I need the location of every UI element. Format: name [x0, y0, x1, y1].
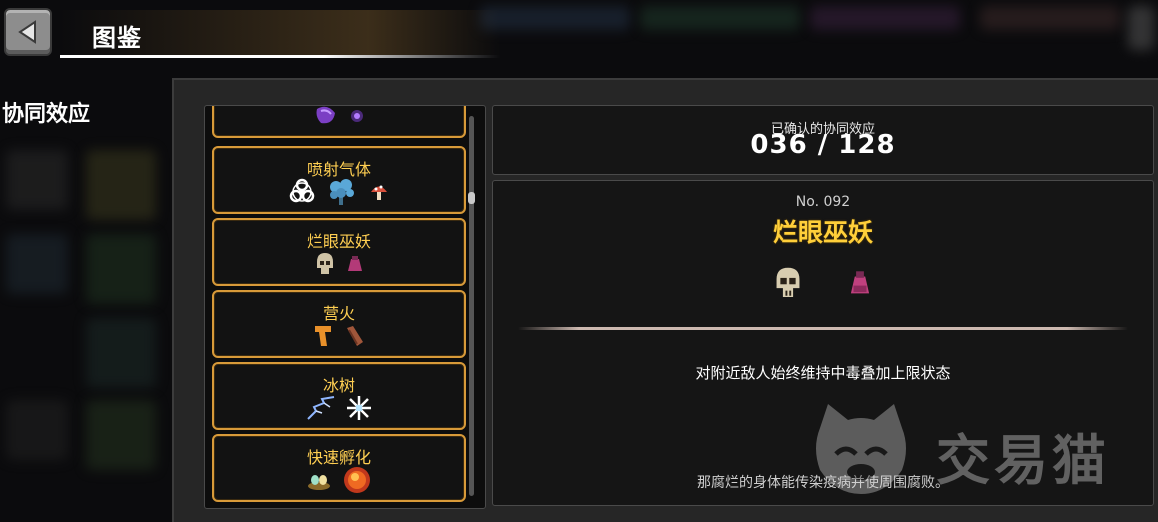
list-item-name: 营火	[322, 304, 355, 323]
lightning-branch-icon	[307, 396, 335, 420]
synergy-detail: No. 092 烂眼巫妖 对附近敌人始终维持中毒叠加上限状态 那腐烂的身体能传染…	[492, 180, 1154, 506]
boomerang-icon	[315, 326, 331, 346]
pink-potion-icon	[348, 256, 362, 271]
detail-divider	[518, 327, 1128, 330]
blue-mushroom-cluster-icon	[330, 179, 354, 205]
list-item[interactable]: 烂眼巫妖	[212, 218, 466, 286]
list-item[interactable]: 喷射气体	[212, 146, 466, 214]
back-arrow-icon	[18, 20, 36, 44]
red-mushroom-icon	[371, 185, 387, 200]
page-title: 图鉴	[92, 24, 142, 52]
wood-log-icon	[347, 326, 363, 346]
synergy-list[interactable]: 喷射气体 烂眼巫妖 营火 冰树 快速孵化	[204, 105, 486, 509]
small-purple-orb-icon	[351, 110, 363, 122]
pink-potion-icon	[850, 271, 870, 294]
background-blur	[6, 400, 68, 460]
background-blur	[86, 400, 156, 470]
purple-orb-icon	[316, 106, 335, 124]
list-item-name: 冰树	[322, 376, 355, 395]
skull-icon	[317, 253, 333, 274]
header: 图鉴	[60, 10, 500, 58]
skull-icon	[776, 267, 800, 297]
background-blur	[980, 6, 1120, 30]
background-blur	[6, 150, 68, 210]
fire-orb-icon	[344, 467, 370, 493]
background-blur	[480, 6, 630, 30]
list-item[interactable]: 快速孵化	[212, 434, 466, 502]
list-item[interactable]	[212, 106, 466, 138]
sidebar-section-label: 协同效应	[2, 102, 91, 127]
background-blur	[1128, 6, 1154, 50]
synergy-flavor-text: 那腐烂的身体能传染疫病并使周围腐败。	[697, 475, 949, 491]
synergy-name: 烂眼巫妖	[772, 218, 873, 247]
background-blur	[810, 6, 960, 30]
title-underline	[60, 55, 500, 58]
list-scroll-thumb[interactable]	[468, 192, 475, 204]
synergy-counter: 已确认的协同效应 036 / 128	[492, 105, 1154, 175]
counter-value: 036 / 128	[750, 130, 896, 160]
biohazard-icon	[289, 178, 315, 203]
background-blur	[640, 6, 800, 30]
list-scrollbar[interactable]	[469, 116, 474, 496]
synergy-number: No. 092	[795, 194, 851, 210]
list-item-name: 快速孵化	[306, 448, 371, 467]
synergy-effect: 对附近敌人始终维持中毒叠加上限状态	[695, 364, 951, 382]
background-blur	[6, 234, 68, 294]
list-item[interactable]: 营火	[212, 290, 466, 358]
background-blur	[86, 318, 156, 388]
background-blur	[86, 150, 156, 220]
egg-nest-icon	[308, 475, 330, 490]
background-blur	[86, 234, 156, 304]
snowflake-icon	[347, 396, 371, 420]
back-button[interactable]	[4, 8, 52, 56]
list-item-name: 烂眼巫妖	[306, 232, 371, 251]
list-item[interactable]: 冰树	[212, 362, 466, 430]
